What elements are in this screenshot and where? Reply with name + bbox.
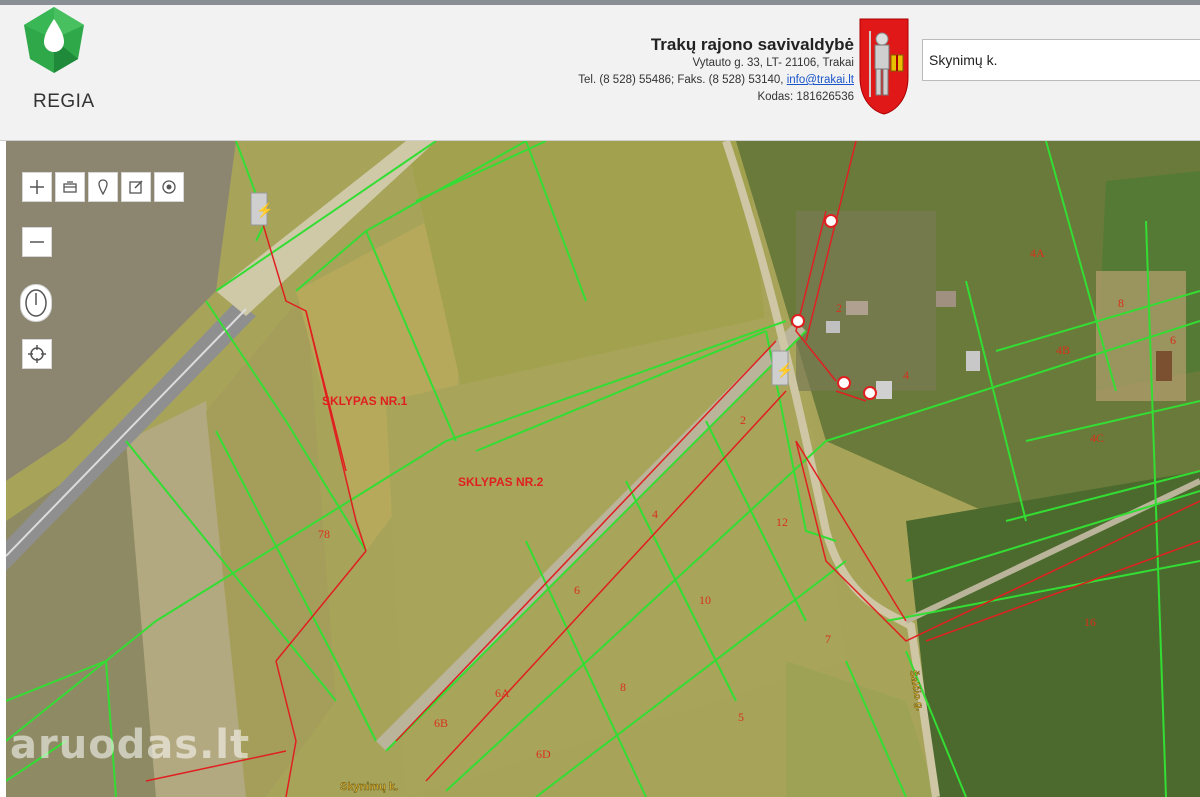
municipality-info: Trakų rajono savivaldybė Vytauto g. 33, … <box>578 35 854 106</box>
parcel-number: 4 <box>903 368 909 382</box>
marker-icon <box>98 179 108 196</box>
parcel-number: 6 <box>574 583 580 597</box>
municipality-code: Kodas: 181626536 <box>757 91 854 103</box>
edit-icon <box>129 180 143 194</box>
parcel-number: 8 <box>620 680 626 694</box>
parcel-number: 6B <box>434 716 448 730</box>
plus-icon <box>30 180 44 194</box>
layers-icon <box>63 181 77 193</box>
parcel-number: 10 <box>699 593 711 607</box>
header: REGIA Trakų rajono savivaldybė Vytauto g… <box>0 5 1200 141</box>
zoom-out-button[interactable] <box>22 227 52 257</box>
brand-name: REGIA <box>33 91 95 112</box>
compass-icon <box>25 289 47 317</box>
municipality-email-link[interactable]: info@trakai.lt <box>787 74 854 86</box>
parcel-number: 6 <box>1170 333 1176 347</box>
svg-text:⚡: ⚡ <box>776 362 793 379</box>
parcel-number: 2 <box>836 301 842 315</box>
municipality-name: Trakų rajono savivaldybė <box>650 35 854 54</box>
parcel-number: 4A <box>1030 246 1045 260</box>
target-icon <box>162 180 176 194</box>
watermark: aruodas.lt <box>10 722 251 768</box>
coat-of-arms-icon <box>859 18 909 115</box>
compass-button[interactable] <box>20 284 52 322</box>
parcel-number: 6A <box>495 686 510 700</box>
zoom-in-button[interactable] <box>22 172 52 202</box>
municipality-address: Vytauto g. 33, LT- 21106, Trakai <box>692 57 854 69</box>
parcel-number: 16 <box>1084 615 1096 629</box>
plot-label-1: SKLYPAS NR.1 <box>322 394 408 408</box>
map-view[interactable]: ⚡ ⚡ SKLYPAS NR.1 SKLYPAS NR.2 78 2 4 12 … <box>6 141 1200 797</box>
search-input[interactable] <box>922 39 1200 81</box>
target-button[interactable] <box>154 172 184 202</box>
edit-button[interactable] <box>121 172 151 202</box>
street-label: Skynimų k. <box>340 781 398 793</box>
parcel-number: 78 <box>318 527 330 541</box>
locate-button[interactable] <box>22 339 52 369</box>
layers-button[interactable] <box>55 172 85 202</box>
municipality-contacts: Tel. (8 528) 55486; Faks. (8 528) 53140,… <box>578 72 854 89</box>
parcel-number: 8 <box>1118 296 1124 310</box>
locate-icon <box>28 345 46 363</box>
parcel-number: 2 <box>740 413 746 427</box>
plot-label-2: SKLYPAS NR.2 <box>458 475 544 489</box>
marker-button[interactable] <box>88 172 118 202</box>
municipality-phone: Tel. (8 528) 55486; Faks. (8 528) 53140, <box>578 74 784 86</box>
svg-text:⚡: ⚡ <box>256 202 273 219</box>
minus-icon <box>30 241 44 243</box>
parcel-number: 4 <box>652 507 658 521</box>
parcel-number: 12 <box>776 515 788 529</box>
parcel-number: 7 <box>825 632 831 646</box>
parcel-number: 4B <box>1056 343 1070 357</box>
regia-logo-icon[interactable] <box>22 5 86 75</box>
parcel-number: 6D <box>536 747 551 761</box>
aerial-map[interactable]: ⚡ ⚡ SKLYPAS NR.1 SKLYPAS NR.2 78 2 4 12 … <box>6 141 1200 797</box>
parcel-number: 4C <box>1090 431 1104 445</box>
parcel-number: 5 <box>738 710 744 724</box>
